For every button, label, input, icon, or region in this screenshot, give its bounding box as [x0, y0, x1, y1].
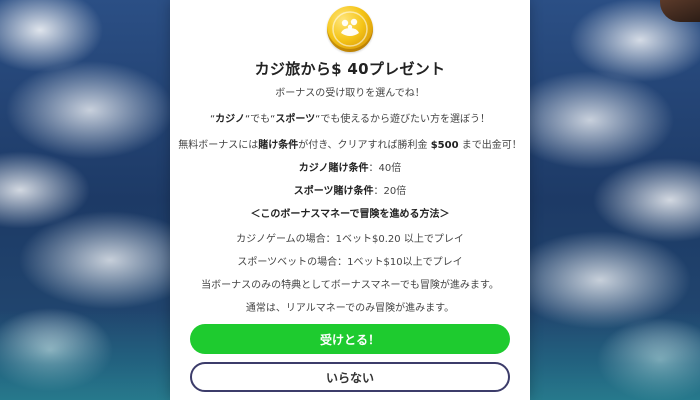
casino-game-rule: カジノゲームの場合：1ベット$0.20 以上でプレイ	[236, 234, 464, 245]
bonus-modal: カジ旅から$ 40プレゼント ボーナスの受け取りを選んでね！ “カジノ“でも“ス…	[170, 0, 530, 400]
accept-bonus-button[interactable]: 受けとる！	[190, 324, 510, 354]
max-withdrawal-amount: $500	[430, 140, 459, 151]
modal-title: カジ旅から$ 40プレゼント	[254, 60, 446, 78]
normal-note: 通常は、リアルマネーでのみ冒険が進みます。	[245, 303, 455, 314]
gold-coin-icon	[327, 6, 373, 52]
sports-wager-value: ：20倍	[373, 186, 407, 197]
wager-emphasis: 賭け条件	[258, 140, 299, 151]
sports-wager-condition: スポーツ賭け条件：20倍	[170, 182, 530, 197]
sports-wager-label: スポーツ賭け条件	[293, 186, 374, 197]
sports-emphasis: スポーツ	[275, 114, 316, 125]
modal-subtitle: ボーナスの受け取りを選んでね！	[275, 88, 425, 99]
casino-emphasis: カジノ	[215, 114, 245, 125]
how-to-heading: ＜このボーナスマネーで冒険を進める方法＞	[250, 209, 450, 220]
decline-bonus-button[interactable]: いらない	[190, 362, 510, 392]
sports-bet-rule: スポーツベットの場合：1ベット$10以上でプレイ	[237, 257, 463, 268]
casino-wager-condition: カジノ賭け条件：40倍	[170, 159, 530, 174]
casino-wager-label: カジノ賭け条件	[298, 163, 369, 174]
casino-wager-value: ：40倍	[368, 163, 402, 174]
wagering-info-text: 無料ボーナスには賭け条件が付き、クリアすれば勝利金 $500 まで出金可！	[178, 140, 522, 151]
casino-sports-choice-text: “カジノ“でも“スポーツ“でも使えるから遊びたい方を選ぼう！	[209, 114, 491, 125]
bonus-only-note: 当ボーナスのみの特典としてボーナスマネーでも冒険が進みます。	[201, 280, 499, 291]
